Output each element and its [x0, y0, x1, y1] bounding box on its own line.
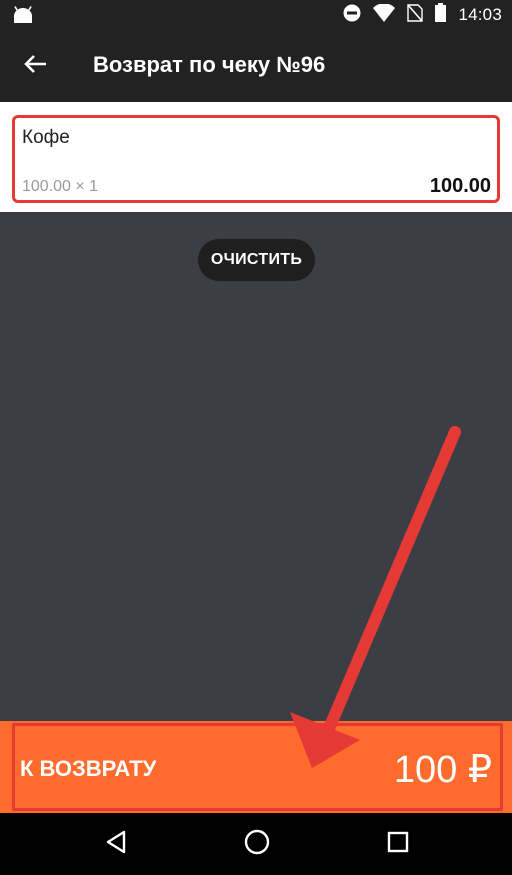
battery-icon	[435, 3, 447, 27]
back-icon	[105, 830, 127, 859]
clear-button[interactable]: ОЧИСТИТЬ	[198, 239, 315, 281]
item-quantity: 100.00 × 1	[22, 178, 99, 195]
status-bar: 14:03	[0, 0, 512, 30]
refund-amount: 100 ₽	[393, 749, 492, 791]
refund-label: К ВОЗВРАТУ	[20, 756, 157, 781]
clock: 14:03	[458, 5, 502, 24]
nav-back-button[interactable]	[96, 826, 136, 862]
list-item[interactable]: Кофе 100.00 × 1 100.00	[12, 115, 500, 203]
dnd-icon	[343, 4, 361, 27]
nav-recents-button[interactable]	[378, 826, 418, 862]
home-icon	[244, 829, 270, 860]
item-name: Кофе	[22, 127, 70, 148]
wifi-icon	[373, 2, 396, 27]
app-bar: Возврат по чеку №96	[0, 30, 512, 102]
recents-icon	[387, 831, 409, 858]
back-button[interactable]	[16, 48, 56, 84]
arrow-left-icon	[24, 54, 48, 79]
nav-home-button[interactable]	[237, 826, 277, 862]
android-icon	[12, 6, 34, 29]
navigation-bar	[0, 813, 512, 875]
item-sum: 100.00	[429, 175, 491, 197]
no-sim-icon	[407, 3, 424, 27]
page-title: Возврат по чеку №96	[93, 52, 326, 77]
refund-button[interactable]: К ВОЗВРАТУ 100 ₽	[0, 721, 512, 813]
item-list: Кофе 100.00 × 1 100.00	[0, 102, 512, 212]
